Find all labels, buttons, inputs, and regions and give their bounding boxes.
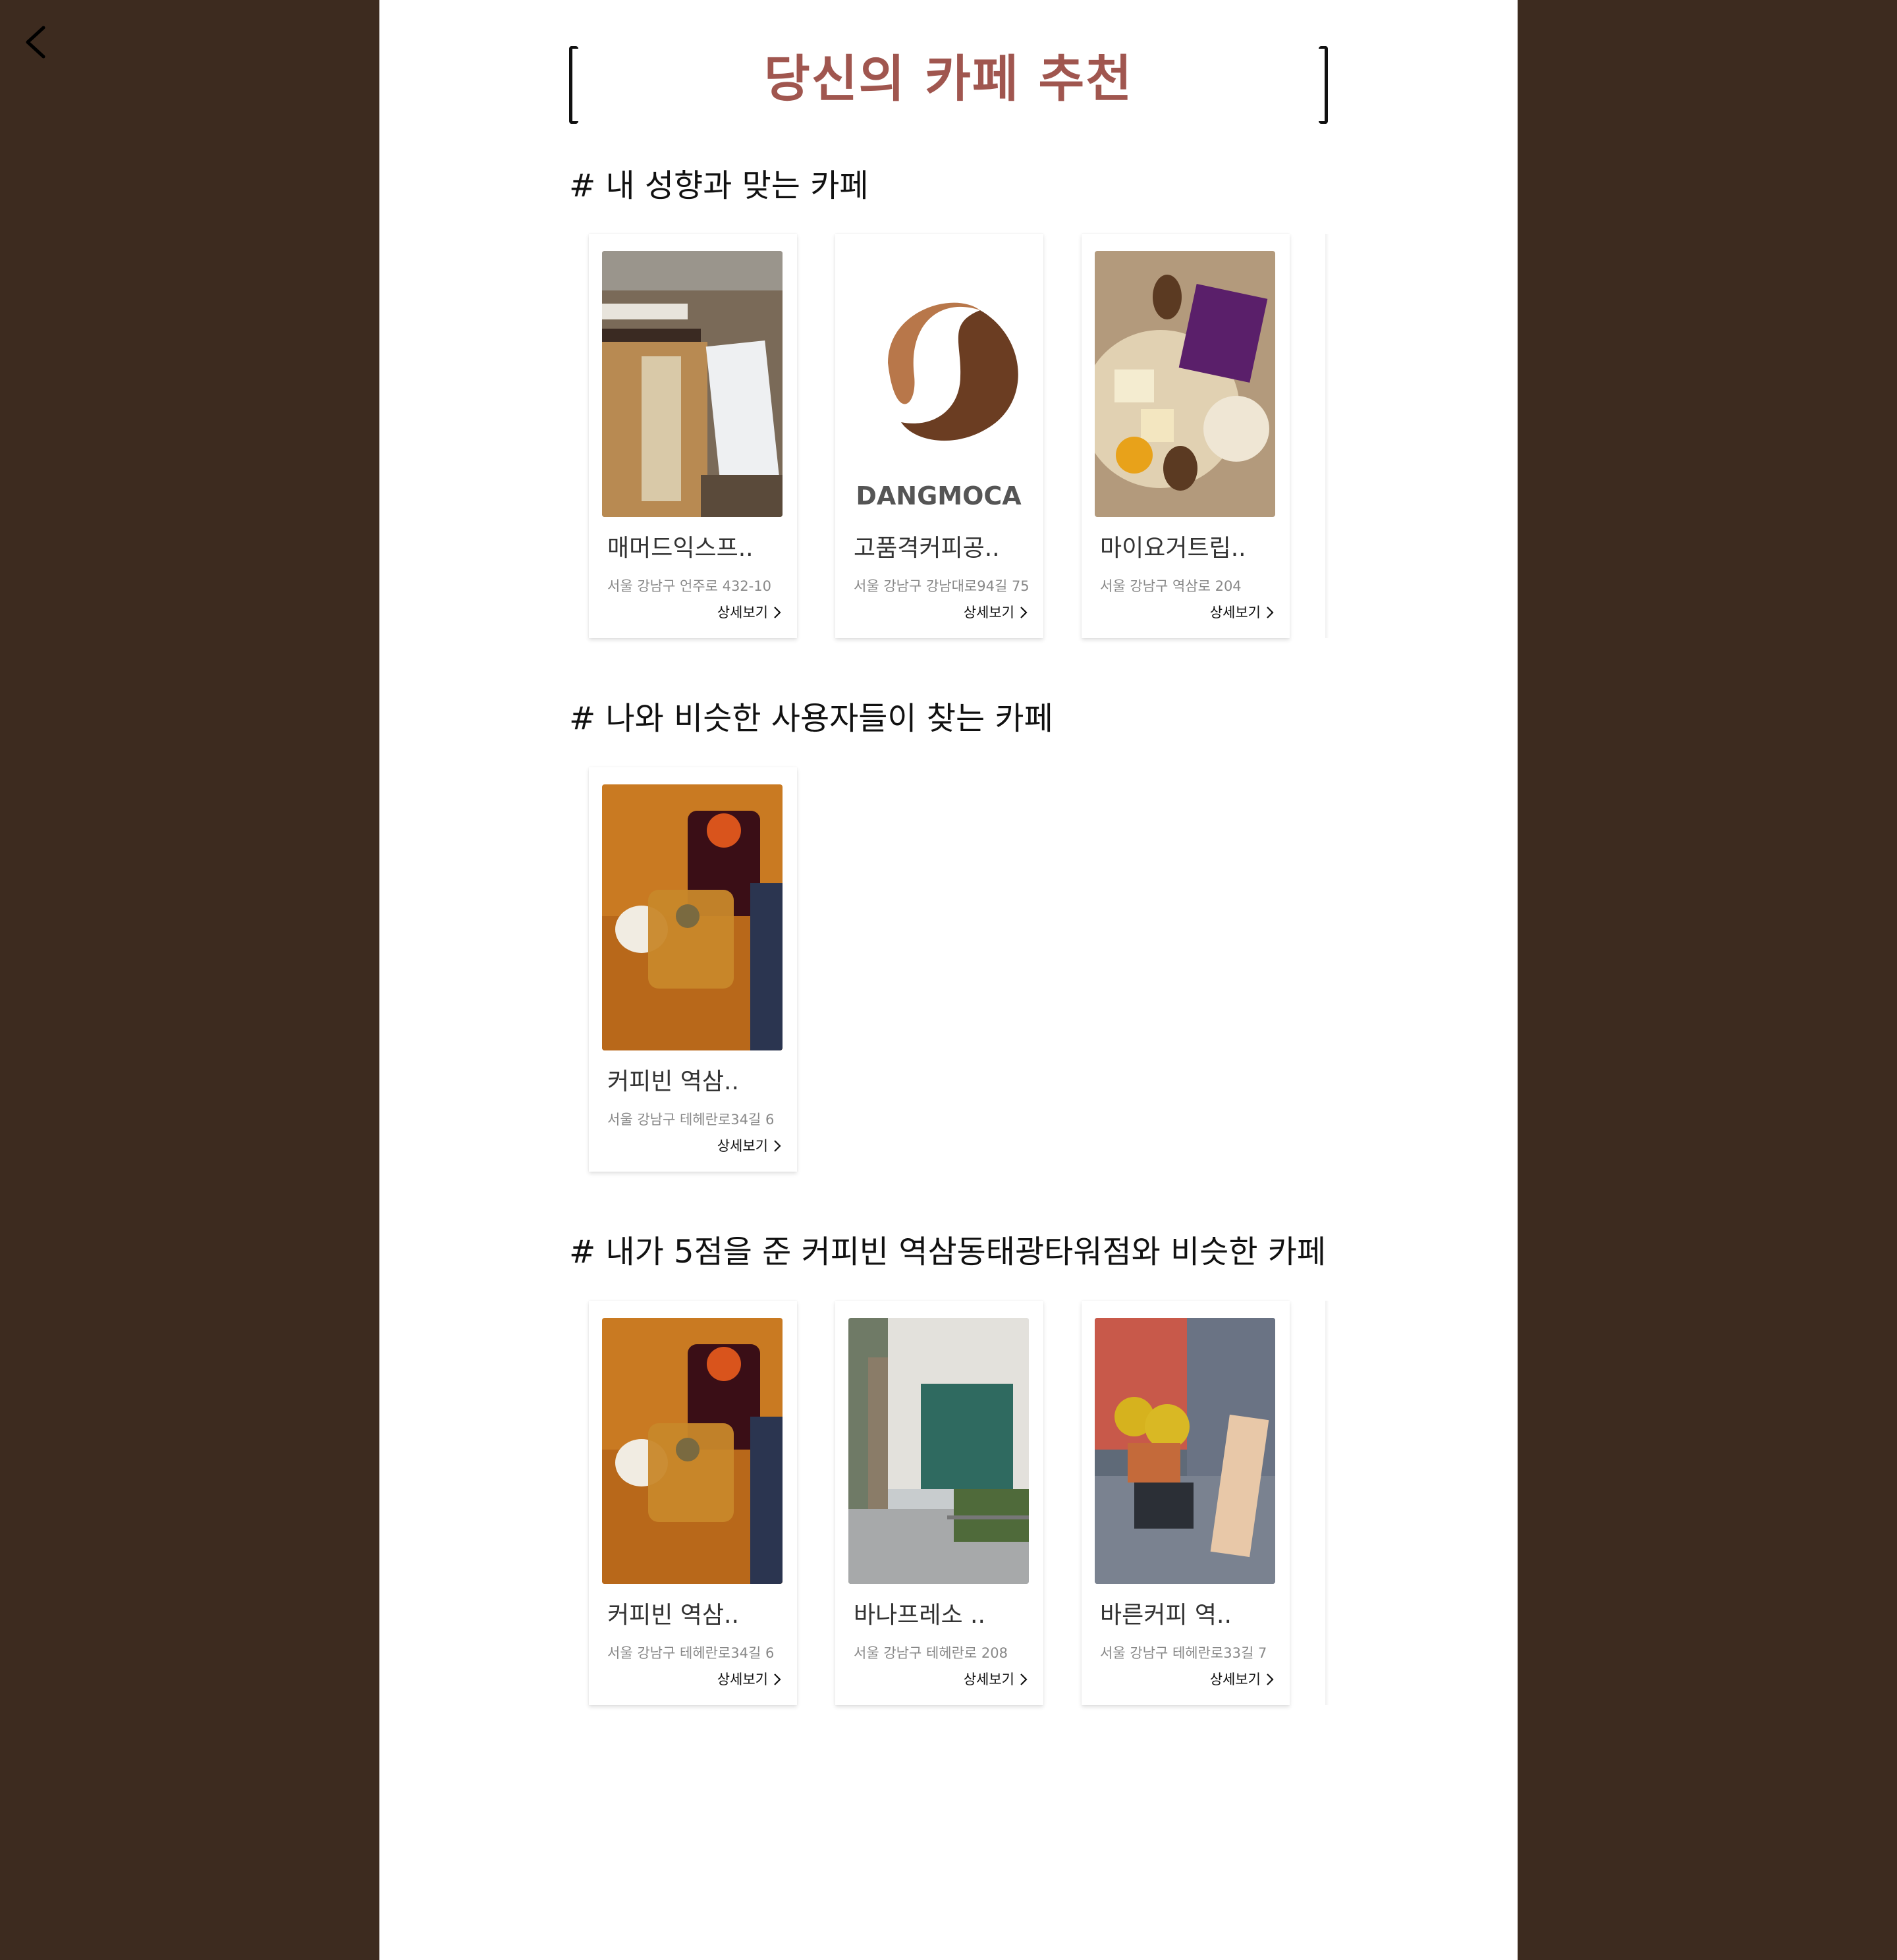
chevron-right-icon bbox=[1020, 607, 1028, 618]
cafe-address: 서울 강남구 테헤란로 208 bbox=[854, 1645, 1008, 1661]
detail-label: 상세보기 bbox=[1209, 605, 1261, 620]
cafe-card[interactable]: DANGMOCA 고품격커피공.. 서울 강남구 강남대로94길 75 상세보기 bbox=[835, 234, 1043, 638]
detail-link[interactable]: 상세보기 bbox=[1210, 1670, 1274, 1689]
chevron-right-icon bbox=[1267, 1674, 1274, 1685]
cafe-photo bbox=[1095, 251, 1275, 517]
detail-link[interactable]: 상세보기 bbox=[964, 1670, 1028, 1689]
cafe-photo bbox=[602, 1318, 783, 1584]
detail-label: 상세보기 bbox=[1209, 1672, 1261, 1687]
cafe-card[interactable]: 바른커피 역.. 서울 강남구 테헤란로33길 7 상세보기 bbox=[1082, 1301, 1290, 1705]
cafe-name: 고품격커피공.. bbox=[854, 535, 1000, 562]
page-title: 당신의 카페 추천 bbox=[763, 49, 1134, 108]
chevron-right-icon bbox=[1020, 1674, 1028, 1685]
back-button[interactable] bbox=[17, 22, 57, 62]
cafe-name: 마이요거트립.. bbox=[1100, 535, 1246, 562]
cafe-address: 서울 강남구 강남대로94길 75 bbox=[854, 578, 1030, 594]
cafe-address: 서울 강남구 역삼로 204 bbox=[1100, 578, 1242, 594]
cafe-address: 서울 강남구 테헤란로34길 6 bbox=[607, 1112, 775, 1128]
cafe-card[interactable]: 마이요거트립.. 서울 강남구 역삼로 204 상세보기 bbox=[1082, 234, 1290, 638]
chevron-right-icon bbox=[1267, 607, 1274, 618]
cafe-name: 커피빈 역삼.. bbox=[607, 1068, 739, 1095]
cafe-photo bbox=[848, 1318, 1029, 1584]
cafe-card[interactable]: 매머드익스프.. 서울 강남구 언주로 432-10 상세보기 bbox=[589, 234, 797, 638]
cafe-card[interactable]: 커피빈 역삼.. 서울 강남구 테헤란로34길 6 상세보기 bbox=[589, 1301, 797, 1705]
detail-label: 상세보기 bbox=[717, 1138, 768, 1154]
chevron-left-icon bbox=[26, 26, 45, 59]
detail-label: 상세보기 bbox=[717, 1672, 768, 1687]
cafe-address: 서울 강남구 언주로 432-10 bbox=[607, 578, 771, 594]
scroll-edge bbox=[1325, 234, 1329, 638]
chevron-right-icon bbox=[774, 1674, 781, 1685]
cafe-address: 서울 강남구 테헤란로34길 6 bbox=[607, 1645, 775, 1661]
detail-link[interactable]: 상세보기 bbox=[964, 603, 1028, 622]
detail-link[interactable]: 상세보기 bbox=[717, 1670, 781, 1689]
cafe-name: 바른커피 역.. bbox=[1100, 1602, 1232, 1629]
cafe-logo: DANGMOCA bbox=[848, 251, 1029, 517]
section-title-similar-to-rated: # 내가 5점을 준 커피빈 역삼동태광타워점와 비슷한 카페 bbox=[569, 1234, 1327, 1270]
cafe-photo bbox=[602, 784, 783, 1050]
logo-text: DANGMOCA bbox=[856, 481, 1022, 510]
detail-label: 상세보기 bbox=[963, 1672, 1014, 1687]
detail-label: 상세보기 bbox=[963, 605, 1014, 620]
main-panel: 당신의 카페 추천 # 내 성향과 맞는 카페 매머드익스프.. 서울 강남구 … bbox=[379, 0, 1518, 1960]
title-box: 당신의 카페 추천 bbox=[569, 46, 1328, 124]
cafe-photo bbox=[1095, 1318, 1275, 1584]
cafe-card[interactable]: 바나프레소 .. 서울 강남구 테헤란로 208 상세보기 bbox=[835, 1301, 1043, 1705]
detail-link[interactable]: 상세보기 bbox=[717, 603, 781, 622]
detail-label: 상세보기 bbox=[717, 605, 768, 620]
cafe-name: 바나프레소 .. bbox=[854, 1602, 985, 1629]
section-title-my-taste: # 내 성향과 맞는 카페 bbox=[569, 167, 869, 204]
chevron-right-icon bbox=[774, 607, 781, 618]
detail-link[interactable]: 상세보기 bbox=[717, 1136, 781, 1156]
cafe-card[interactable]: 커피빈 역삼.. 서울 강남구 테헤란로34길 6 상세보기 bbox=[589, 767, 797, 1172]
cafe-address: 서울 강남구 테헤란로33길 7 bbox=[1100, 1645, 1267, 1661]
cafe-name: 커피빈 역삼.. bbox=[607, 1602, 739, 1629]
section-title-similar-users: # 나와 비슷한 사용자들이 찾는 카페 bbox=[569, 700, 1053, 737]
scroll-edge bbox=[1325, 1301, 1329, 1705]
cafe-name: 매머드익스프.. bbox=[607, 535, 754, 562]
detail-link[interactable]: 상세보기 bbox=[1210, 603, 1274, 622]
chevron-right-icon bbox=[774, 1140, 781, 1152]
cafe-photo bbox=[602, 251, 783, 517]
